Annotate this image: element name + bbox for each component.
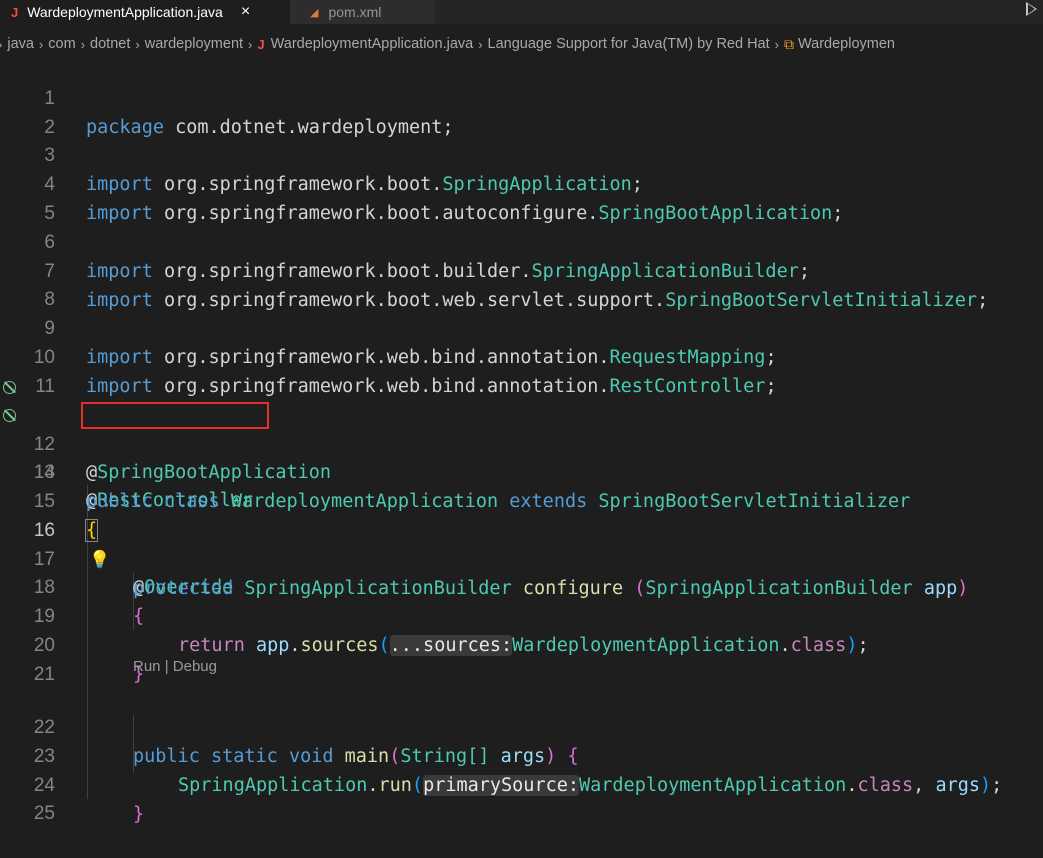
code-line: 20 } [0,603,1043,685]
editor-tab-bar: J WardeploymentApplication.java × ◢ pom.… [0,0,1043,24]
code-line: 6 import org.springframework.boot.builde… [0,200,1043,282]
class-symbol-icon: ⧉ [783,35,794,52]
tab-label: WardeploymentApplication.java [27,4,223,20]
java-file-icon: J [257,36,265,52]
chevron-right-icon: › [774,36,779,52]
code-line: 2 [0,85,1043,138]
chevron-right-icon: › [135,36,140,52]
code-line: 4 import org.springframework.boot.autoco… [0,142,1043,224]
chevron-right-icon: › [80,36,86,52]
chevron-right-icon: › [248,36,253,52]
tab-wardeploymentapplication-java[interactable]: J WardeploymentApplication.java × [0,0,290,24]
code-line: 17 protected SpringApplicationBuilder co… [0,517,1043,599]
line-number: 25 [33,802,55,824]
codelens-debug[interactable]: Debug [173,658,217,675]
code-line: 12 @SpringBootApplication [0,373,1043,483]
code-line: 22 public static void main(String[] args… [0,685,1043,767]
breadcrumb-item-class[interactable]: Wardeploymen [798,36,895,52]
code-line: 10 import org.springframework.web.bind.a… [0,315,1043,397]
chevron-right-icon: › [478,36,483,52]
rss-xml-icon: ◢ [310,6,319,19]
breadcrumb-item-file[interactable]: WardeploymentApplication.java [271,36,474,52]
tab-pom-xml[interactable]: ◢ pom.xml [290,0,435,24]
code-line: 24 } [0,743,1043,825]
breadcrumb-item-dotnet[interactable]: dotnet [90,36,130,52]
code-line: 25 [0,771,1043,824]
chevron-right-icon: › [38,36,44,52]
code-line: 16 💡 @Override [0,488,1043,599]
code-line: 23 SpringApplication.run(primarySource:W… [0,714,1043,796]
code-line: 8 [0,257,1043,310]
chevron-right-icon: › [0,37,2,52]
breadcrumb-item-language-support[interactable]: Language Support for Java(TM) by Red Hat [488,36,770,52]
code-line: 15 { [0,459,1043,542]
code-line: 18 { [0,545,1043,627]
code-line: 14 public class WardeploymentApplication… [0,430,1043,512]
breakpoint-disabled-icon[interactable] [3,381,16,394]
breadcrumb-item-wardeployment[interactable]: wardeployment [145,36,243,52]
code-line: 3 import org.springframework.boot.Spring… [0,113,1043,195]
java-file-icon: J [11,4,19,20]
code-editor[interactable]: 1 package com.dotnet.wardeployment; 2 3 … [0,55,1043,825]
code-line: 9 import org.springframework.web.bind.an… [0,286,1043,368]
close-icon[interactable]: × [241,3,250,21]
code-line: 1 package com.dotnet.wardeployment; [0,56,1043,138]
breadcrumb-item-java[interactable]: java [7,36,34,52]
breadcrumb-item-com[interactable]: com [48,36,75,52]
code-line: 19 return app.sources(...sources:Wardepl… [0,574,1043,656]
code-line: 21 [0,632,1043,685]
breadcrumb: › java › com › dotnet › wardeployment › … [0,30,1043,58]
codelens: Run | Debug [133,658,217,675]
highlight-annotation-box [81,402,269,429]
close-brace: } [133,803,145,825]
codelens-separator: | [164,658,169,675]
run-icon[interactable] [1026,2,1037,16]
codelens-run[interactable]: Run [133,658,161,675]
code-line: 11 [0,344,1043,397]
code-line: 7 import org.springframework.boot.web.se… [0,229,1043,311]
breakpoint-disabled-icon[interactable] [3,409,16,422]
tab-label: pom.xml [328,4,382,20]
code-line: 5 [0,171,1043,224]
